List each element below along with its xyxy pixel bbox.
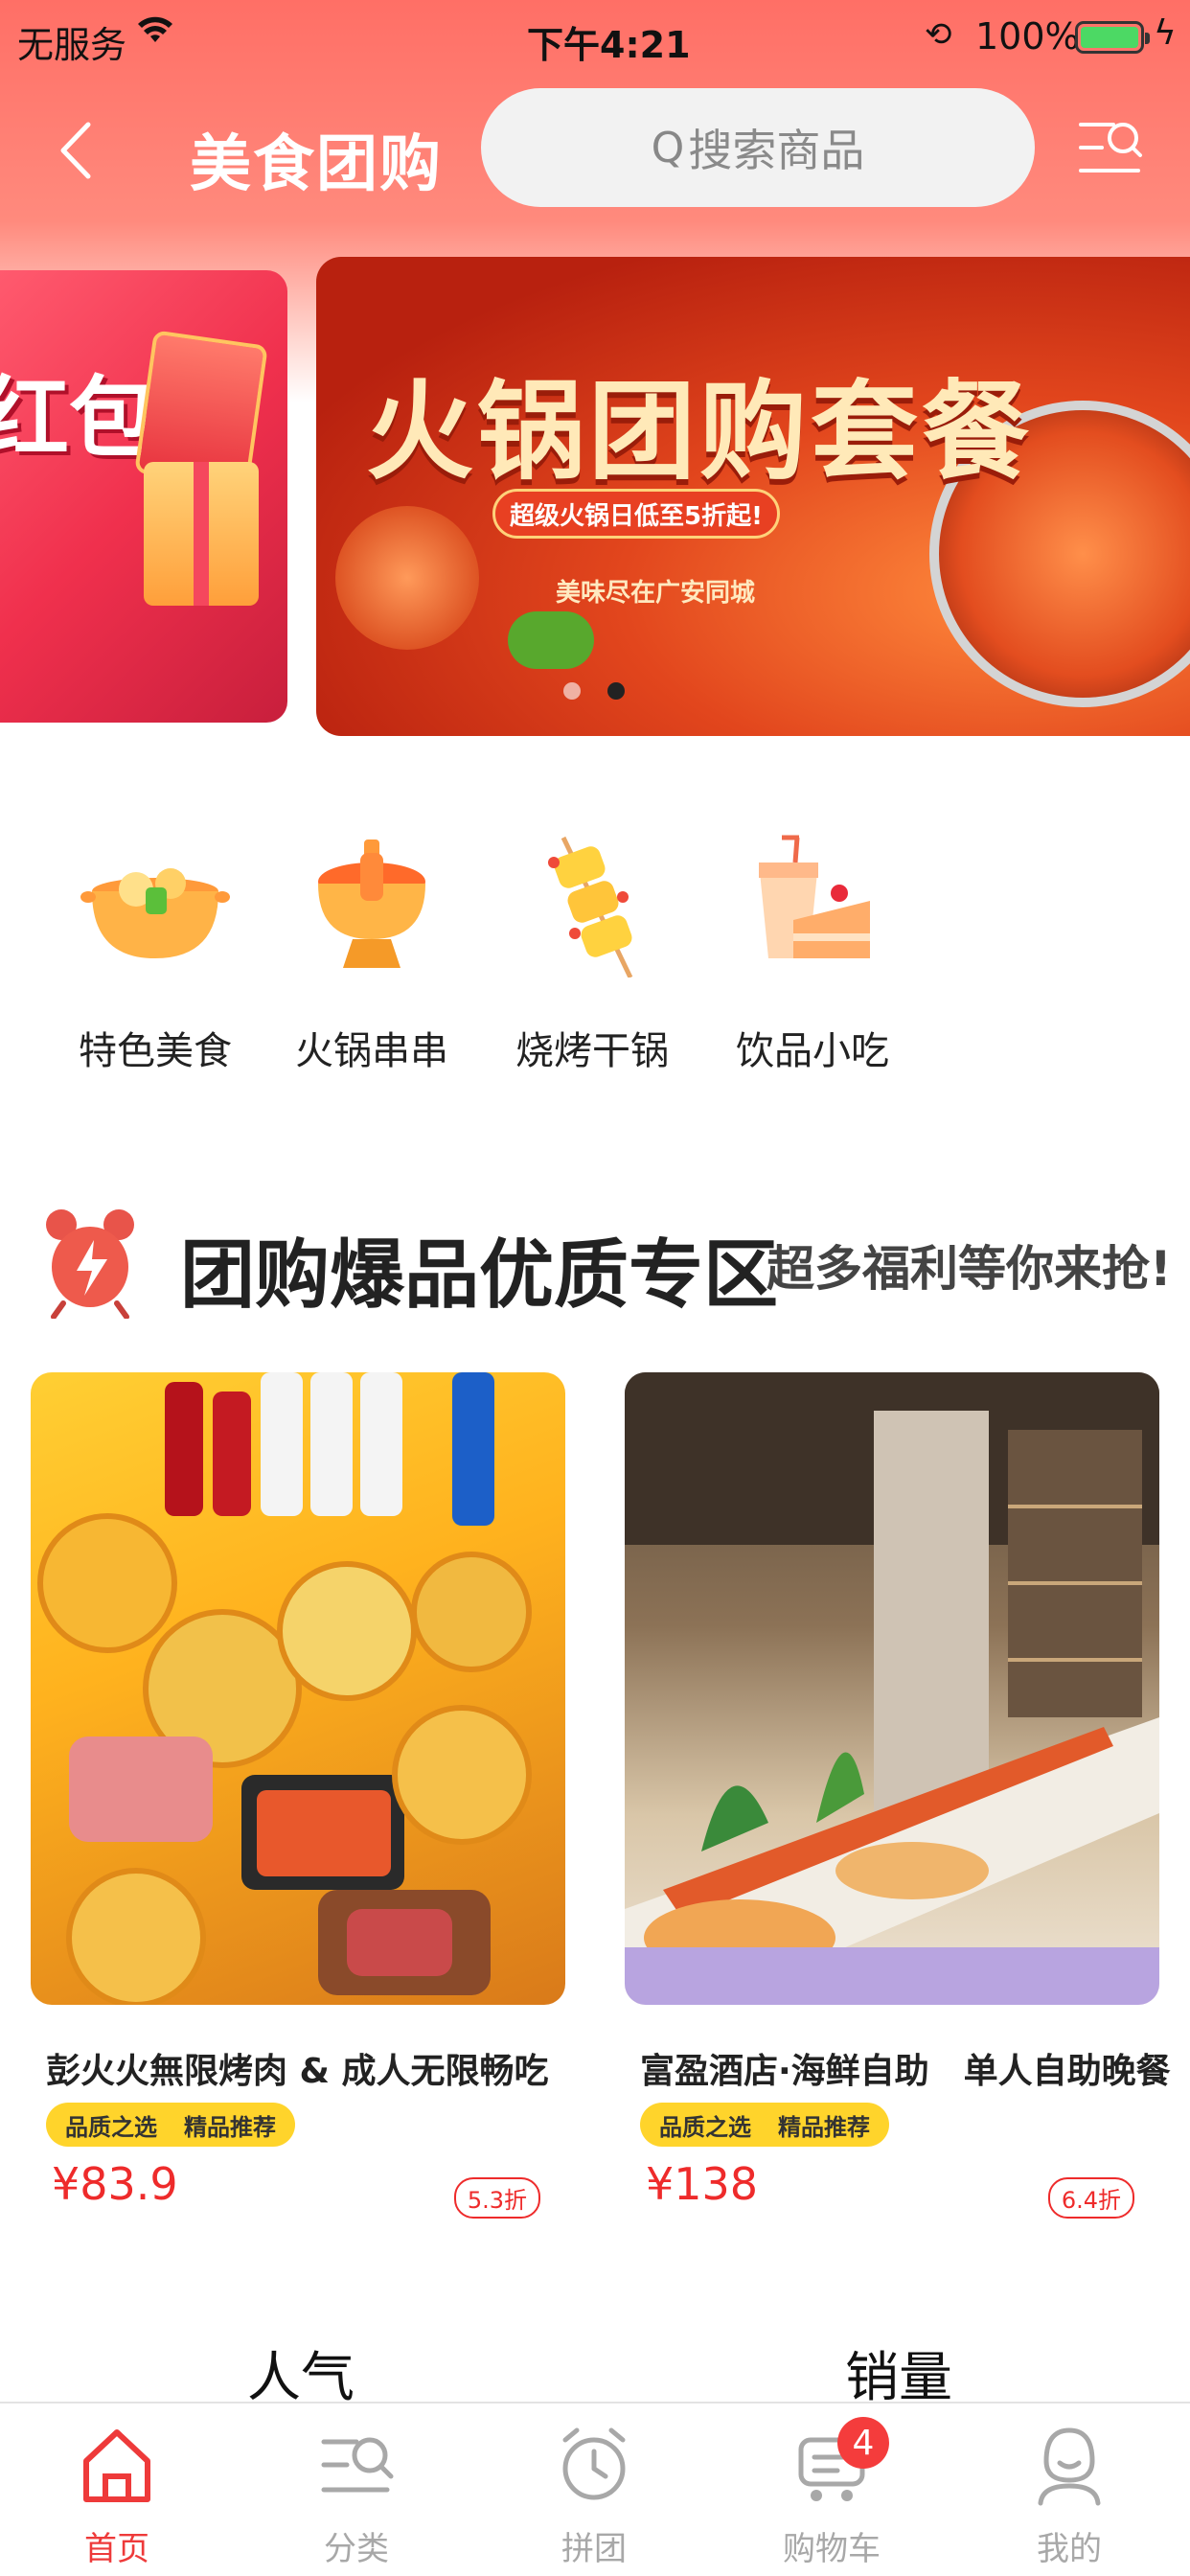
tab-home[interactable]: 首页 (40, 2423, 194, 2569)
user-icon (1038, 2427, 1101, 2506)
tag-quality: 品质之选 (65, 2113, 157, 2141)
charging-icon: ϟ (1154, 13, 1177, 53)
banner-subtitle: 美味尽在广安同城 (556, 579, 756, 608)
battery-icon (1075, 21, 1150, 54)
tag-quality: 品质之选 (659, 2113, 751, 2141)
tab-profile[interactable]: 我的 (993, 2423, 1146, 2569)
tab-label: 拼团 (561, 2530, 627, 2568)
product-price: ¥138 (646, 2158, 759, 2210)
orientation-lock-icon: ⟲ (925, 15, 952, 54)
banner-slide-previous[interactable]: 红包位 (0, 270, 287, 723)
section-subtitle: 超多福利等你来抢! (767, 1241, 1172, 1297)
product-tags: 品质之选 精品推荐 (640, 2103, 889, 2147)
soup-bowl-icon (79, 834, 232, 978)
product-image (31, 1372, 565, 2005)
bottom-tab-bar: 首页 分类 拼团 4 购物车 我的 (0, 2402, 1190, 2576)
category-label: 饮品小吃 (736, 1029, 889, 1073)
nav-bar: 美食团购 Q 搜索商品 (0, 84, 1190, 211)
wifi-icon (136, 13, 174, 55)
category-label: 火锅串串 (295, 1029, 448, 1073)
tab-cart[interactable]: 4 购物车 (755, 2417, 908, 2569)
product-tags: 品质之选 精品推荐 (46, 2103, 295, 2147)
skewer-icon (515, 834, 669, 979)
shrimp-graphic (335, 506, 479, 650)
carrier-label: 无服务 (17, 24, 127, 66)
product-card[interactable]: 彭火火無限烤肉 & 成人无限畅吃 品质之选 精品推荐 ¥83.9 5.3折 (31, 1372, 565, 2219)
banner-title: 火锅团购套餐 (366, 370, 1033, 494)
clock-time: 下午4:21 (527, 24, 691, 66)
section-title: 团购爆品优质专区 (180, 1232, 779, 1319)
chevron-left-icon (60, 122, 91, 179)
carousel-dot[interactable] (563, 682, 581, 700)
discount-badge: 6.4折 (1047, 2177, 1134, 2219)
battery-percent: 100% (975, 15, 1080, 58)
product-price: ¥83.9 (52, 2158, 178, 2210)
product-name: 彭火火無限烤肉 & 成人无限畅吃 (46, 2052, 549, 2091)
tab-sales[interactable]: 销量 (845, 2334, 952, 2412)
menu-search-icon (1079, 123, 1142, 172)
product-card[interactable]: 富盈酒店·海鲜自助 单人自助晚餐 品质之选 精品推荐 ¥138 6.4折 (625, 1372, 1171, 2219)
category-drinks-snacks[interactable]: 饮品小吃 (726, 834, 899, 1075)
carousel-dot-active[interactable] (607, 682, 625, 700)
category-special-food[interactable]: 特色美食 (69, 834, 241, 1075)
product-name: 富盈酒店·海鲜自助 单人自助晚餐 (640, 2052, 1171, 2091)
banner-slide-hotpot[interactable]: 火锅团购套餐 超级火锅日低至5折起! 美味尽在广安同城 (316, 257, 1190, 736)
search-placeholder: 搜索商品 (688, 125, 865, 176)
page-title: 美食团购 (190, 129, 443, 200)
tab-category[interactable]: 分类 (280, 2423, 433, 2569)
status-bar: 无服务 下午4:21 ⟲ 100% ϟ (0, 0, 1190, 75)
category-bbq[interactable]: 烧烤干锅 (506, 834, 678, 1075)
back-button[interactable] (50, 117, 107, 184)
alarm-clock-icon (44, 1204, 136, 1320)
hotpot-icon (295, 834, 448, 978)
category-search-icon (321, 2437, 394, 2493)
home-icon (83, 2429, 150, 2502)
tag-recommended: 精品推荐 (184, 2113, 276, 2141)
banner-promo-pill: 超级火锅日低至5折起! (492, 489, 780, 539)
tab-label: 购物车 (783, 2530, 881, 2568)
tab-label: 分类 (324, 2530, 389, 2568)
discount-badge: 5.3折 (453, 2177, 540, 2219)
product-image (625, 1372, 1159, 2005)
category-hotpot[interactable]: 火锅串串 (286, 834, 458, 1075)
category-search-button[interactable] (1077, 111, 1144, 188)
cart-count-badge: 4 (837, 2417, 889, 2469)
search-icon: Q (651, 123, 685, 172)
tab-label: 我的 (1037, 2530, 1102, 2568)
gift-box-graphic (144, 462, 259, 606)
tab-group-buy[interactable]: 拼团 (517, 2423, 671, 2569)
category-label: 烧烤干锅 (515, 1029, 669, 1073)
tab-popularity[interactable]: 人气 (247, 2334, 355, 2412)
alarm-clock-icon (562, 2427, 626, 2500)
search-input[interactable]: Q 搜索商品 (481, 88, 1035, 207)
tag-recommended: 精品推荐 (778, 2113, 870, 2141)
tab-label: 首页 (84, 2530, 149, 2568)
category-label: 特色美食 (79, 1029, 232, 1073)
vegetable-graphic (508, 611, 594, 669)
drink-cake-icon (736, 834, 889, 978)
